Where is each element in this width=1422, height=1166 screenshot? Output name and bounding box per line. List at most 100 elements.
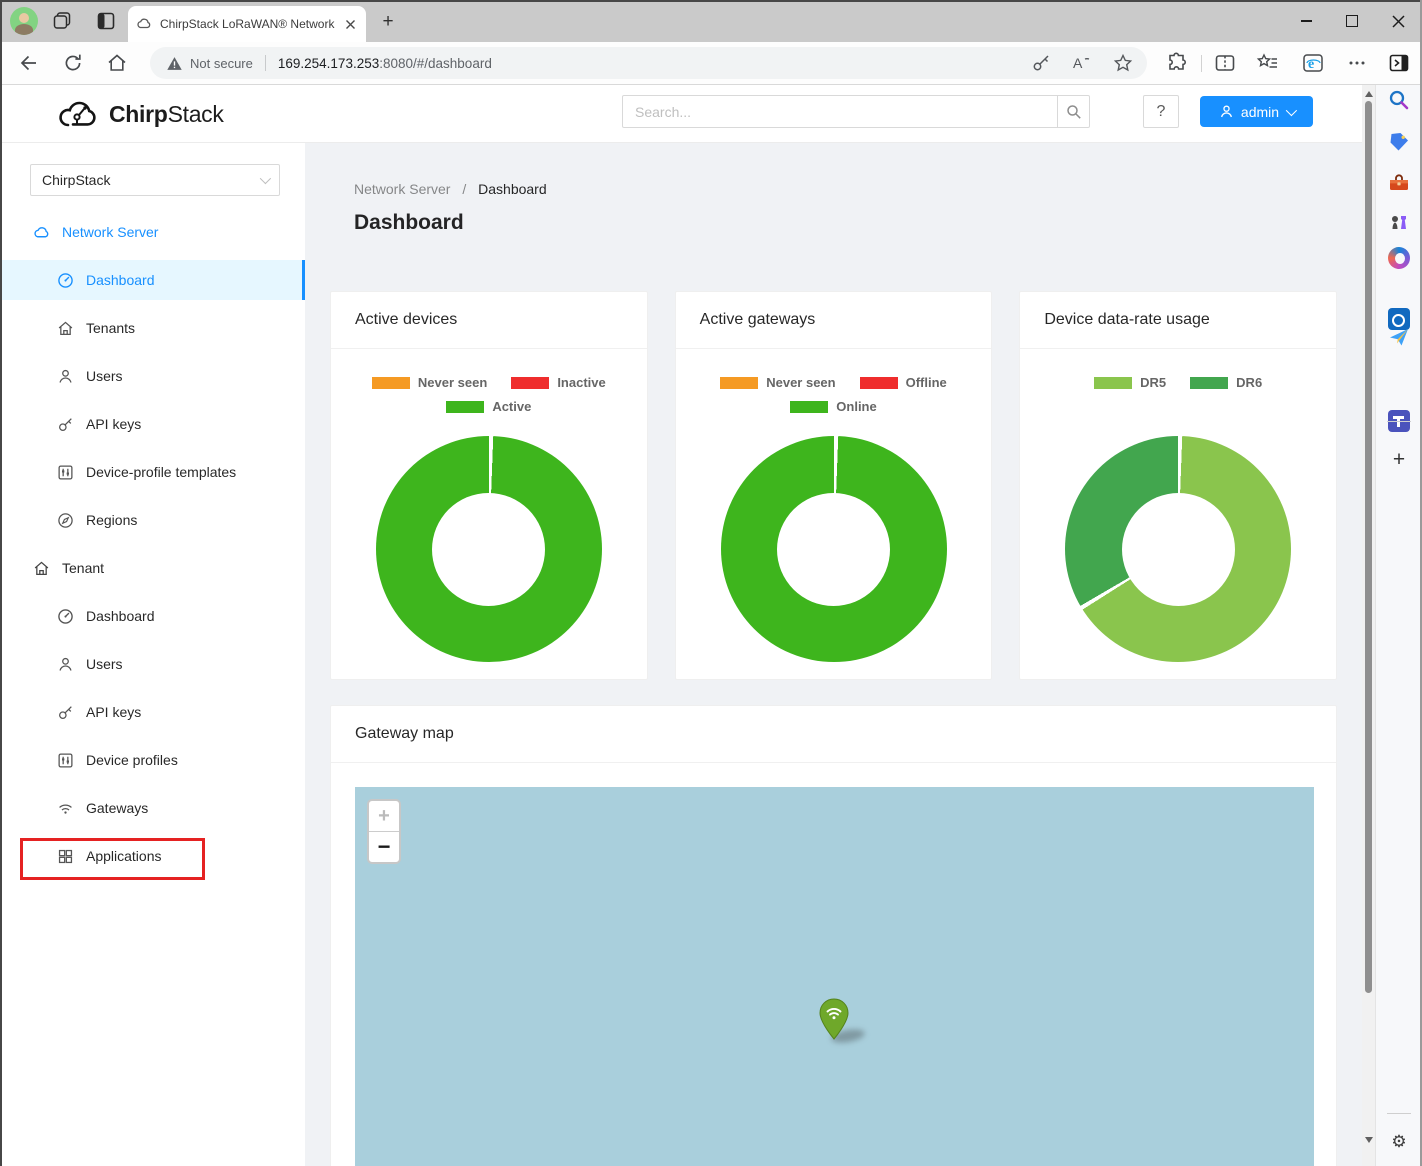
sidebar-item-device-profile-templates[interactable]: Device-profile templates xyxy=(2,452,305,492)
legend-item[interactable]: Online xyxy=(790,399,876,414)
card-title: Active gateways xyxy=(676,292,992,349)
sidebar-item-tenants[interactable]: Tenants xyxy=(2,308,305,348)
sidebar-item-regions[interactable]: Regions xyxy=(2,500,305,540)
admin-user-button[interactable]: admin xyxy=(1200,96,1313,127)
toolbox-icon[interactable] xyxy=(1388,172,1410,194)
chart-legend: DR5 DR6 xyxy=(1020,375,1336,427)
main-content: Network Server / Dashboard Dashboard Act… xyxy=(305,143,1362,1166)
sliders-icon xyxy=(57,752,74,769)
sidebar-divider xyxy=(1387,1113,1411,1114)
legend-swatch xyxy=(1094,377,1132,389)
password-key-icon[interactable] xyxy=(1031,53,1051,73)
chart-legend: Never seen Inactive Active xyxy=(331,375,647,427)
legend-item[interactable]: DR6 xyxy=(1190,375,1262,390)
gateway-marker-pin[interactable] xyxy=(819,998,849,1040)
active-gateways-card: Active gateways Never seen Offline Onlin… xyxy=(675,291,993,680)
maximize-button[interactable] xyxy=(1329,0,1375,42)
gateway-map-card: Gateway map + − xyxy=(330,705,1337,1166)
read-aloud-icon[interactable]: A xyxy=(1071,53,1093,73)
scroll-up-arrow-icon[interactable] xyxy=(1365,91,1373,97)
sidebar-group-tenant[interactable]: Tenant xyxy=(2,548,305,588)
refresh-icon[interactable] xyxy=(62,52,84,74)
games-icon[interactable] xyxy=(1388,211,1410,233)
url-path[interactable]: :8080/#/dashboard xyxy=(379,56,492,71)
legend-item[interactable]: Never seen xyxy=(720,375,835,390)
chevron-down-icon xyxy=(1286,104,1297,115)
back-icon[interactable] xyxy=(18,52,40,74)
gear-icon[interactable]: ⚙ xyxy=(1388,1131,1410,1153)
legend-item[interactable]: Inactive xyxy=(511,375,605,390)
close-button[interactable] xyxy=(1375,0,1421,42)
profile-avatar[interactable] xyxy=(10,7,38,35)
legend-swatch xyxy=(860,377,898,389)
collections-icon[interactable] xyxy=(1256,51,1280,75)
more-icon[interactable] xyxy=(1345,51,1369,75)
page-scrollbar[interactable] xyxy=(1362,85,1375,1166)
workspaces-icon[interactable] xyxy=(52,11,72,31)
legend-swatch xyxy=(1190,377,1228,389)
favorite-star-icon[interactable] xyxy=(1113,53,1133,73)
browser-titlebar: ChirpStack LoRaWAN® Network + xyxy=(0,0,1422,42)
extensions-icon[interactable] xyxy=(1165,51,1189,75)
sidebar-divider xyxy=(1387,421,1411,422)
drop-icon[interactable] xyxy=(1388,326,1410,348)
sidebar-item-tenant-api-keys[interactable]: API keys xyxy=(2,692,305,732)
shopping-icon[interactable] xyxy=(1388,131,1410,153)
browser-window: ChirpStack LoRaWAN® Network + Not secure… xyxy=(0,0,1422,1166)
legend-item[interactable]: Active xyxy=(446,399,531,414)
legend-item[interactable]: DR5 xyxy=(1094,375,1166,390)
legend-item[interactable]: Offline xyxy=(860,375,947,390)
tab-close-icon[interactable] xyxy=(343,17,358,32)
org-select-value: ChirpStack xyxy=(42,172,110,188)
sidebar-item-gateways[interactable]: Gateways xyxy=(2,788,305,828)
sidebar-item-tenant-dashboard[interactable]: Dashboard xyxy=(2,596,305,636)
search-input[interactable] xyxy=(623,96,1057,127)
sidebar: ChirpStack Network Server Dashboard Tena… xyxy=(2,143,305,1166)
zoom-in-button[interactable]: + xyxy=(369,801,399,832)
new-tab-button[interactable]: + xyxy=(376,10,400,34)
map-zoom-control: + − xyxy=(367,799,401,864)
microsoft365-icon[interactable] xyxy=(1388,247,1410,269)
active-devices-card: Active devices Never seen Inactive Activ… xyxy=(330,291,648,680)
home-icon[interactable] xyxy=(106,52,128,74)
search-button[interactable] xyxy=(1057,96,1089,127)
ie-mode-icon[interactable]: e xyxy=(1301,51,1325,75)
sidebar-group-network-server[interactable]: Network Server xyxy=(2,212,305,252)
sidebar-item-ns-dashboard[interactable]: Dashboard xyxy=(2,260,305,300)
search-icon xyxy=(1066,104,1082,120)
browser-tab[interactable]: ChirpStack LoRaWAN® Network xyxy=(128,6,366,42)
zoom-out-button[interactable]: − xyxy=(369,832,399,862)
wifi-icon xyxy=(57,800,74,817)
legend-swatch xyxy=(720,377,758,389)
sidebar-toggle-icon[interactable] xyxy=(1387,51,1411,75)
sidebar-item-tenant-users[interactable]: Users xyxy=(2,644,305,684)
url-divider xyxy=(265,55,266,71)
address-bar[interactable]: Not secure 169.254.173.253:8080/#/dashbo… xyxy=(150,47,1147,79)
help-button[interactable]: ? xyxy=(1143,95,1179,128)
scroll-down-arrow-icon[interactable] xyxy=(1365,1137,1373,1143)
split-screen-icon[interactable] xyxy=(1213,51,1237,75)
chirpstack-logo: ChirpStack xyxy=(57,98,224,131)
data-rate-usage-card: Device data-rate usage DR5 DR6 xyxy=(1019,291,1337,680)
applications-annotation-box xyxy=(20,838,205,880)
home-icon xyxy=(57,320,74,337)
sidebar-item-ns-api-keys[interactable]: API keys xyxy=(2,404,305,444)
org-select[interactable]: ChirpStack xyxy=(30,164,280,196)
gateway-map[interactable]: + − xyxy=(355,787,1314,1166)
url-host[interactable]: 169.254.173.253 xyxy=(278,56,379,71)
legend-item[interactable]: Never seen xyxy=(372,375,487,390)
scrollbar-thumb[interactable] xyxy=(1365,101,1372,993)
add-sidebar-app-button[interactable]: + xyxy=(1388,449,1410,471)
tab-actions-icon[interactable] xyxy=(96,11,116,31)
minimize-button[interactable] xyxy=(1283,0,1329,42)
chart-legend: Never seen Offline Online xyxy=(676,375,992,427)
search-icon[interactable] xyxy=(1388,89,1410,111)
not-secure-warning-icon xyxy=(166,55,183,72)
breadcrumb-dashboard: Dashboard xyxy=(478,181,547,197)
not-secure-label[interactable]: Not secure xyxy=(190,56,253,71)
home-icon xyxy=(33,560,50,577)
page-title: Dashboard xyxy=(354,211,464,235)
sidebar-item-device-profiles[interactable]: Device profiles xyxy=(2,740,305,780)
sidebar-item-ns-users[interactable]: Users xyxy=(2,356,305,396)
breadcrumb-network-server[interactable]: Network Server xyxy=(354,181,450,197)
